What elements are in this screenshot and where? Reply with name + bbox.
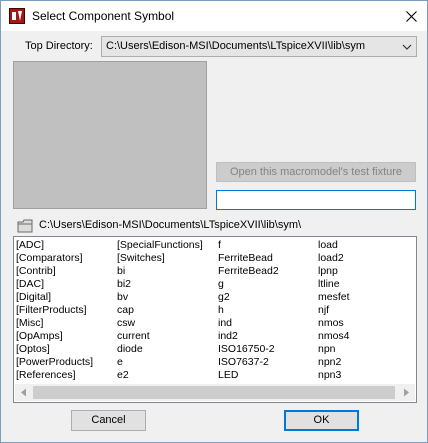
list-item-folder[interactable]: [Switches] (116, 252, 216, 265)
list-item[interactable]: load (317, 239, 417, 252)
list-item[interactable]: nmos4 (317, 330, 417, 343)
close-button[interactable] (395, 1, 427, 31)
list-item[interactable]: bv (116, 291, 216, 304)
list-item[interactable]: npn3 (317, 369, 417, 382)
select-component-dialog: Select Component Symbol Top Directory: C… (0, 0, 428, 443)
chevron-left-icon (21, 388, 26, 397)
list-item-folder[interactable]: [Optos] (15, 343, 115, 356)
list-item[interactable]: mesfet (317, 291, 417, 304)
close-icon (405, 10, 417, 22)
symbol-list-column: load load2 lpnp ltline mesfet njf nmos nmos4 npn… (317, 239, 417, 382)
list-item-folder[interactable]: [Misc] (15, 317, 115, 330)
list-item-folder[interactable]: [SpecialFunctions] (116, 239, 216, 252)
scroll-left-button[interactable] (15, 384, 32, 401)
search-field[interactable] (216, 190, 416, 210)
current-path: C:\Users\Edison-MSI\Documents\LTspiceXVI… (39, 219, 302, 231)
ok-button[interactable]: OK (284, 410, 359, 431)
list-item[interactable]: e (116, 356, 216, 369)
list-item[interactable]: ind (217, 317, 317, 330)
list-item[interactable]: current (116, 330, 216, 343)
symbol-preview (13, 61, 207, 209)
open-test-fixture-button[interactable]: Open this macromodel's test fixture (216, 162, 416, 182)
list-item[interactable]: csw (116, 317, 216, 330)
list-item-folder[interactable]: [Contrib] (15, 265, 115, 278)
list-item[interactable]: ind2 (217, 330, 317, 343)
list-item[interactable]: nmos (317, 317, 417, 330)
window-title: Select Component Symbol (32, 9, 175, 23)
symbol-list[interactable]: [ADC] [Comparators] [Contrib] [DAC] [Digital… (13, 236, 417, 403)
chevron-down-icon (402, 44, 412, 50)
list-item[interactable]: npn2 (317, 356, 417, 369)
ltspice-app-icon (9, 8, 25, 24)
folder-icon (17, 219, 33, 233)
list-item[interactable]: bi (116, 265, 216, 278)
list-item[interactable]: FerriteBead2 (217, 265, 317, 278)
list-item[interactable]: ltline (317, 278, 417, 291)
list-item-folder[interactable]: [DAC] (15, 278, 115, 291)
list-item[interactable]: load2 (317, 252, 417, 265)
chevron-right-icon (404, 388, 409, 397)
list-item[interactable]: lpnp (317, 265, 417, 278)
list-item[interactable]: ISO7637-2 (217, 356, 317, 369)
list-item[interactable]: cap (116, 304, 216, 317)
list-item[interactable]: g (217, 278, 317, 291)
symbol-list-column: [SpecialFunctions] [Switches] bi bi2 bv cap cs… (116, 239, 216, 382)
list-item-folder[interactable]: [References] (15, 369, 115, 382)
title-bar: Select Component Symbol (1, 1, 427, 31)
horizontal-scrollbar[interactable] (15, 384, 415, 401)
cancel-button[interactable]: Cancel (71, 410, 146, 431)
list-item[interactable]: LED (217, 369, 317, 382)
list-item-folder[interactable]: [OpAmps] (15, 330, 115, 343)
top-directory-value: C:\Users\Edison-MSI\Documents\LTspiceXVI… (106, 40, 365, 52)
scroll-right-button[interactable] (398, 384, 415, 401)
list-item[interactable]: npn (317, 343, 417, 356)
list-item[interactable]: f (217, 239, 317, 252)
list-item-folder[interactable]: [Digital] (15, 291, 115, 304)
list-item[interactable]: bi2 (116, 278, 216, 291)
current-path-row: C:\Users\Edison-MSI\Documents\LTspiceXVI… (17, 218, 417, 234)
list-item[interactable]: e2 (116, 369, 216, 382)
list-item-folder[interactable]: [ADC] (15, 239, 115, 252)
list-item[interactable]: h (217, 304, 317, 317)
list-item[interactable]: ISO16750-2 (217, 343, 317, 356)
list-item[interactable]: FerriteBead (217, 252, 317, 265)
list-item-folder[interactable]: [PowerProducts] (15, 356, 115, 369)
scrollbar-thumb[interactable] (33, 386, 395, 399)
list-item[interactable]: g2 (217, 291, 317, 304)
top-directory-label: Top Directory: (25, 40, 93, 52)
list-item[interactable]: njf (317, 304, 417, 317)
symbol-list-column: [ADC] [Comparators] [Contrib] [DAC] [Digital… (15, 239, 115, 382)
list-item[interactable]: diode (116, 343, 216, 356)
list-item-folder[interactable]: [Comparators] (15, 252, 115, 265)
list-item-folder[interactable]: [FilterProducts] (15, 304, 115, 317)
top-directory-select[interactable]: C:\Users\Edison-MSI\Documents\LTspiceXVI… (101, 36, 417, 57)
symbol-list-column: f FerriteBead FerriteBead2 g g2 h ind ind2 ISO16… (217, 239, 317, 382)
search-input[interactable] (217, 191, 415, 209)
